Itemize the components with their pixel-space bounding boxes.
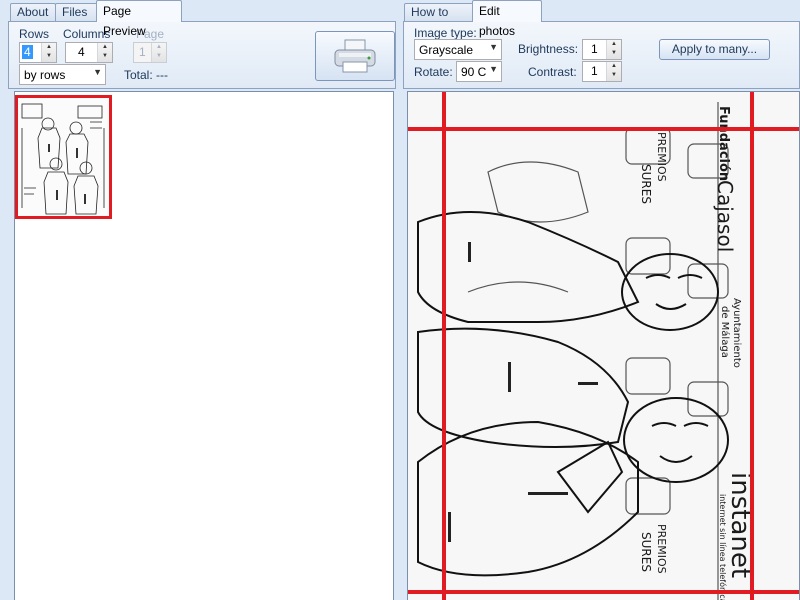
order-dropdown[interactable]: by rows ▼: [19, 64, 106, 85]
down-arrow-icon[interactable]: ▼: [607, 71, 621, 80]
left-tabstrip: About Files Page Preview: [6, 0, 396, 38]
right-tabstrip: How to use Edit photos: [402, 0, 800, 38]
edit-photos-toolbar: Image type: Grayscale ▼ Rotate: 90 C ▼ B…: [403, 21, 800, 89]
tab-files[interactable]: Files: [55, 3, 98, 22]
chevron-down-icon[interactable]: ▼: [489, 64, 498, 74]
tab-about[interactable]: About: [10, 3, 56, 22]
columns-spinner[interactable]: 4 ▲ ▼: [65, 42, 113, 63]
photo-text-sures-2: SURES: [639, 532, 653, 572]
down-arrow-icon[interactable]: ▼: [607, 49, 621, 58]
up-arrow-icon[interactable]: ▲: [42, 43, 56, 52]
print-button[interactable]: [315, 31, 395, 81]
apply-to-many-button[interactable]: Apply to many...: [659, 39, 770, 60]
thumbnail-cell[interactable]: [15, 95, 112, 219]
rows-spinner[interactable]: 4 ▲ ▼: [19, 42, 57, 63]
brightness-spinner[interactable]: 1 ▲ ▼: [582, 39, 622, 60]
rotate-label: Rotate:: [414, 65, 453, 79]
rows-value: 4: [22, 45, 33, 59]
up-arrow-icon[interactable]: ▲: [607, 40, 621, 49]
page-preview-canvas[interactable]: [14, 91, 394, 600]
page-preview-toolbar: Rows 4 ▲ ▼ Columns 4 ▲ ▼ Page 1 ▲ ▼ by rows…: [8, 21, 396, 89]
image-type-value: Grayscale: [419, 43, 474, 57]
up-arrow-icon[interactable]: ▲: [98, 43, 112, 52]
image-type-dropdown[interactable]: Grayscale ▼: [414, 39, 502, 60]
page-spinner: 1 ▲ ▼: [133, 42, 167, 63]
down-arrow-icon[interactable]: ▼: [42, 52, 56, 61]
total-label: Total: ---: [124, 68, 169, 82]
tab-edit-photos[interactable]: Edit photos: [472, 0, 542, 38]
photo-text-premios-2: PREMIOS: [655, 524, 668, 574]
chevron-down-icon[interactable]: ▼: [489, 42, 498, 52]
photo-text-sures: SURES: [639, 164, 653, 204]
order-value: by rows: [24, 68, 66, 82]
crop-line-left[interactable]: [442, 92, 446, 600]
brightness-label: Brightness:: [518, 42, 579, 56]
brightness-value: 1: [591, 42, 598, 56]
photo-thumbnail: [18, 98, 109, 216]
up-arrow-icon[interactable]: ▲: [607, 62, 621, 71]
tab-how-to-use[interactable]: How to use: [404, 3, 474, 36]
down-arrow-icon: ▼: [156, 53, 162, 59]
columns-spinner-arrows[interactable]: ▲ ▼: [97, 43, 112, 62]
down-arrow-icon[interactable]: ▼: [98, 52, 112, 61]
chevron-down-icon[interactable]: ▼: [93, 67, 102, 77]
rotate-value: 90 C: [461, 65, 487, 79]
printer-icon: [334, 39, 376, 73]
contrast-spinner[interactable]: 1 ▲ ▼: [582, 61, 622, 82]
rotate-dropdown[interactable]: 90 C ▼: [456, 61, 502, 82]
tab-page-preview[interactable]: Page Preview: [96, 0, 182, 38]
page-spinner-arrows: ▲ ▼: [151, 43, 166, 62]
image-type-label: Image type:: [414, 26, 477, 40]
brightness-spinner-arrows[interactable]: ▲ ▼: [606, 40, 621, 59]
rows-spinner-arrows[interactable]: ▲ ▼: [41, 43, 56, 62]
photo-text-internet: internet sin línea telefónica: [718, 494, 728, 600]
contrast-value: 1: [591, 64, 598, 78]
contrast-label: Contrast:: [528, 65, 577, 79]
photo-editor-canvas[interactable]: Fundación Cajasol Ayuntamiento de Málaga…: [407, 91, 800, 600]
crop-line-top[interactable]: [408, 127, 799, 131]
crop-line-right[interactable]: [750, 92, 754, 600]
photo-text-premios: PREMIOS: [655, 132, 668, 182]
page-value: 1: [139, 45, 146, 59]
crop-line-bottom[interactable]: [408, 590, 799, 594]
rows-label: Rows: [19, 27, 50, 41]
up-arrow-icon: ▲: [156, 44, 162, 50]
photo-text-cajasol: Cajasol: [713, 180, 737, 252]
photo-text-foundation: Fundación: [716, 106, 731, 181]
photo-text-malaga: de Málaga: [719, 306, 731, 358]
contrast-spinner-arrows[interactable]: ▲ ▼: [606, 62, 621, 81]
photo-text-ayuntamiento: Ayuntamiento: [731, 298, 742, 368]
edited-photo: Fundación Cajasol Ayuntamiento de Málaga…: [408, 92, 799, 600]
columns-value: 4: [78, 45, 85, 59]
